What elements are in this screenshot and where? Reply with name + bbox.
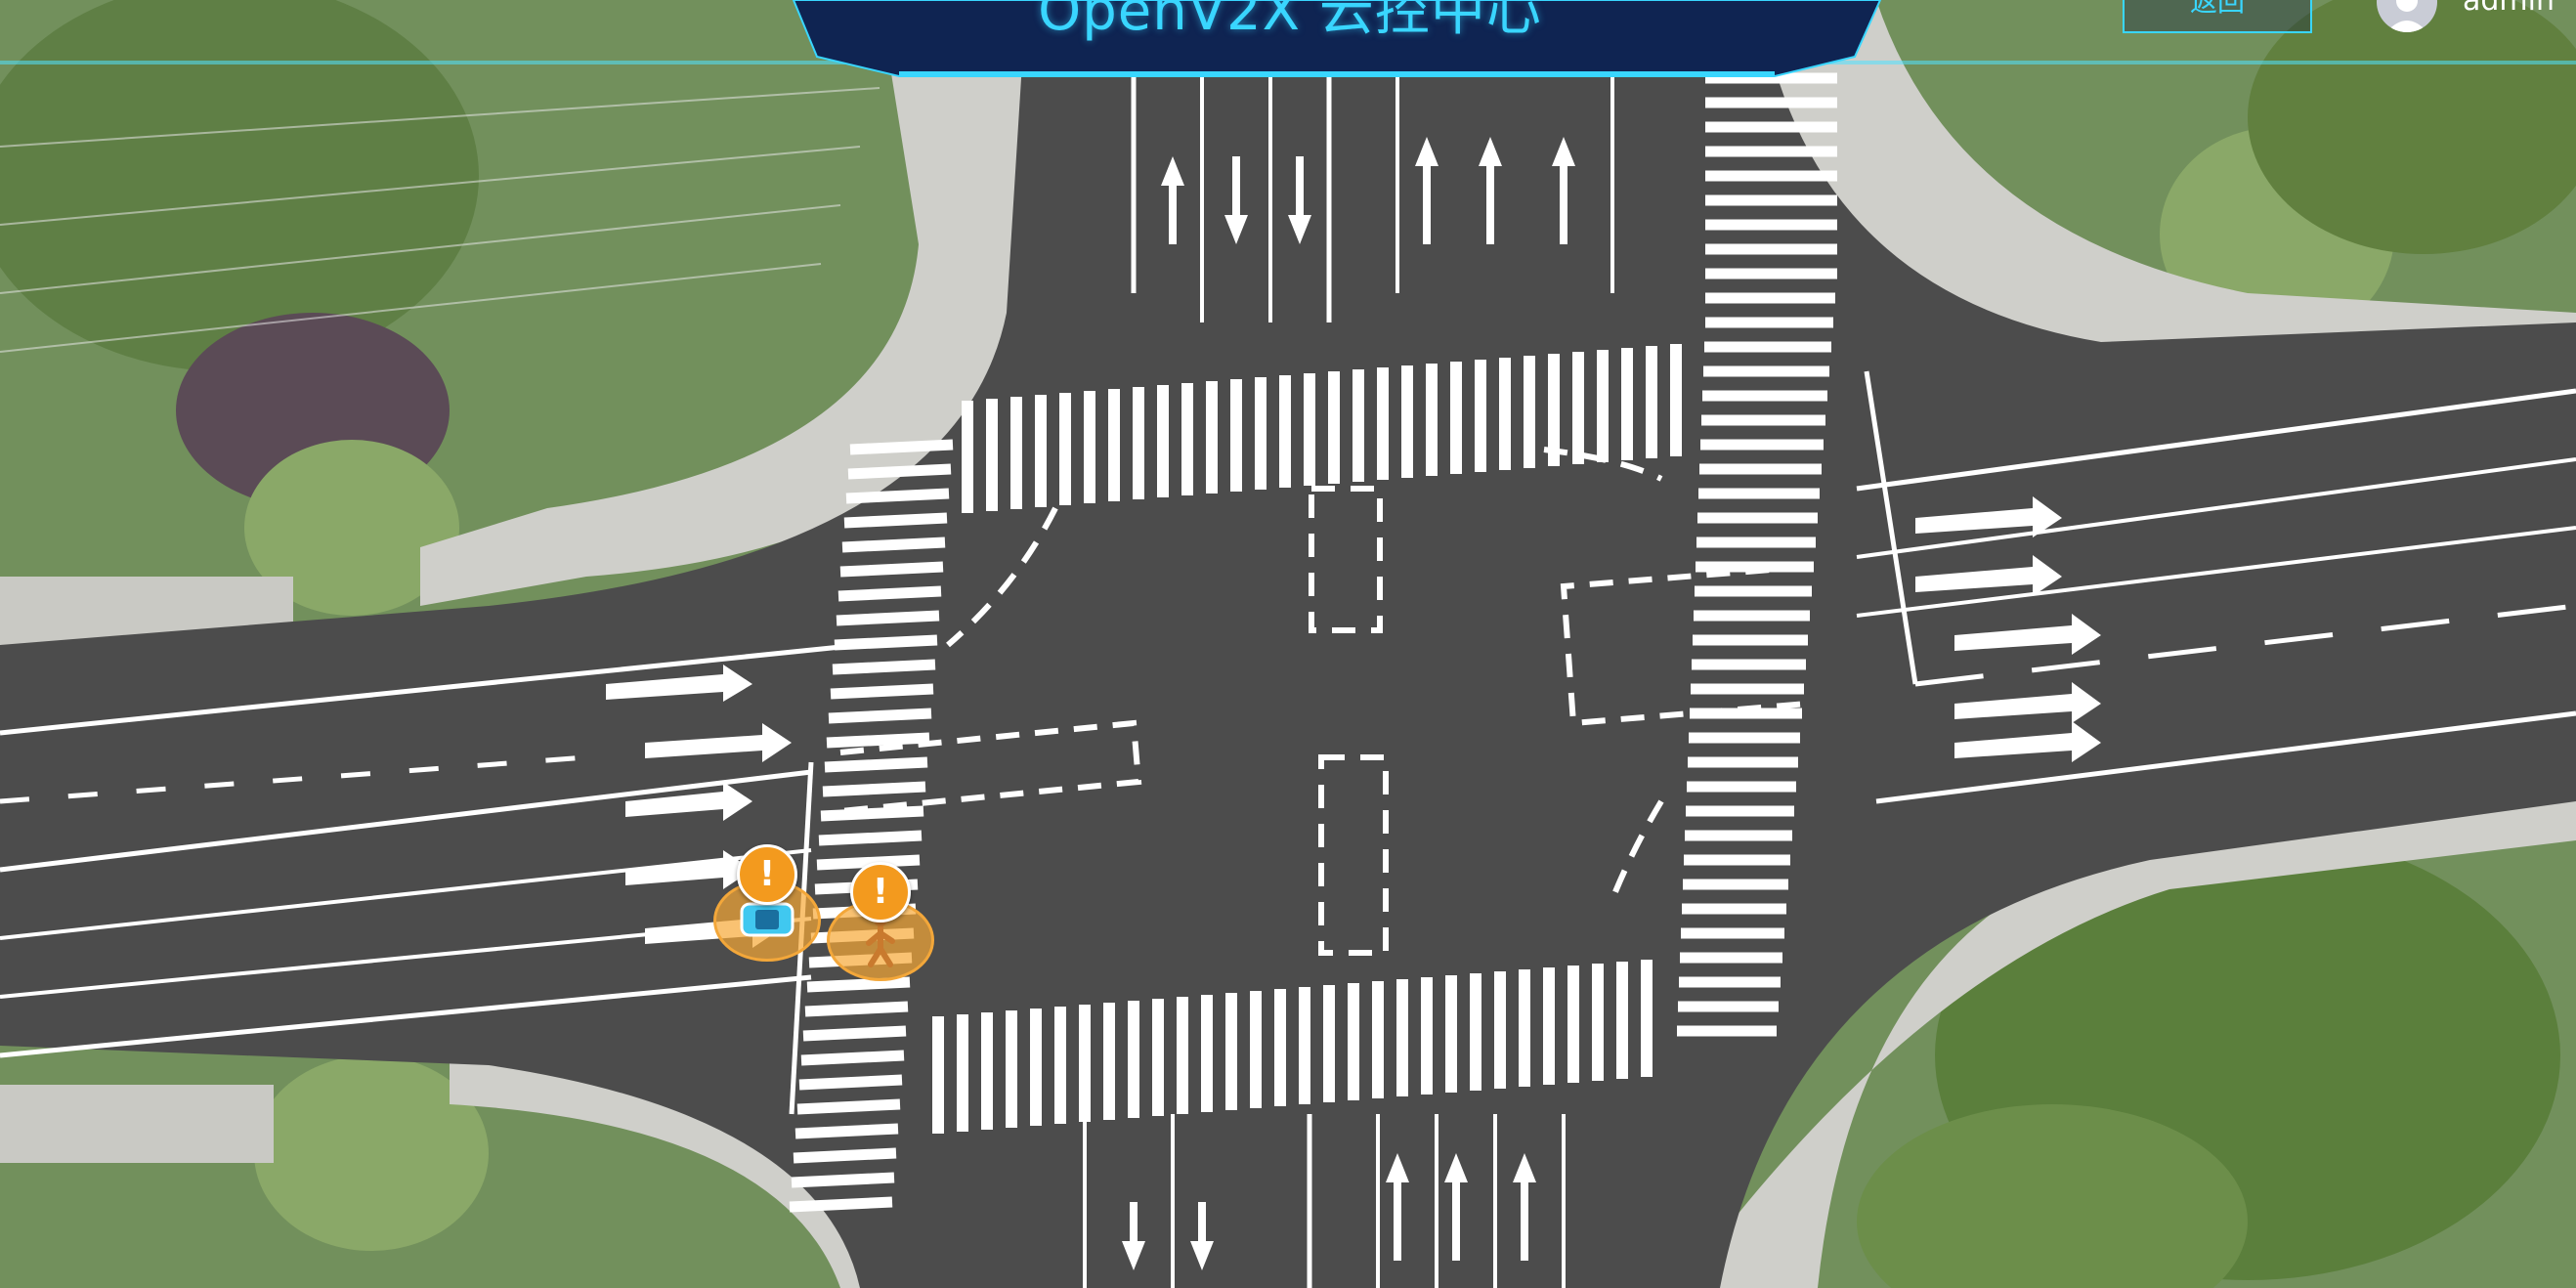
user-icon[interactable]: [2377, 0, 2437, 32]
vehicle-alert-marker[interactable]: !: [737, 844, 797, 905]
pedestrian-alert-marker[interactable]: !: [850, 862, 911, 923]
intersection-map: [0, 0, 2576, 1288]
back-button[interactable]: 返回: [2123, 0, 2312, 33]
header-accent-line: [0, 61, 2576, 64]
user-menu[interactable]: admin: [2377, 0, 2555, 35]
page-title: OpenV2X 云控中心: [1038, 0, 1542, 43]
username: admin: [2463, 0, 2555, 18]
